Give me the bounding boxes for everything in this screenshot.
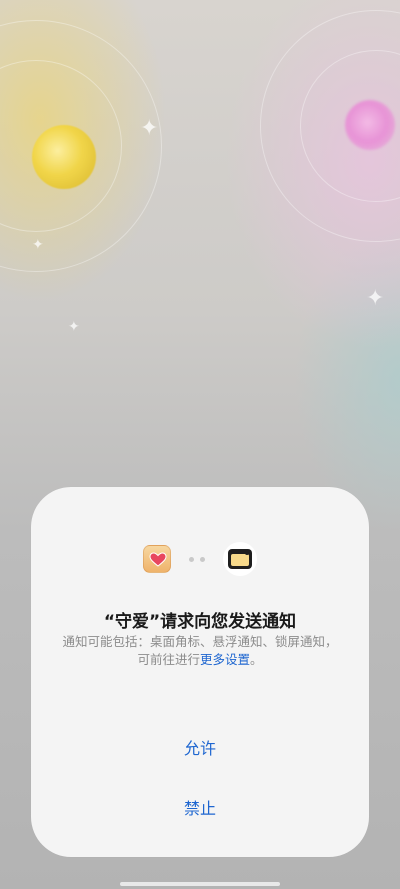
icons-row	[31, 542, 369, 576]
sparkle-icon: ✦	[32, 237, 44, 253]
notification-icon	[223, 542, 257, 576]
decor-ball	[32, 125, 96, 189]
decor-heart	[345, 100, 395, 150]
sparkle-icon: ✦	[68, 319, 80, 335]
allow-button[interactable]: 允许	[31, 735, 369, 759]
heart-icon	[149, 552, 167, 567]
description-suffix: 。	[250, 652, 263, 667]
dialog-title: “守爱”请求向您发送通知	[103, 612, 297, 632]
permission-screen: ✦ ✦ ✦ ✦ “守爱”请求向您发送通知 通知可能包括：桌面角标、悬浮通知、锁屏	[0, 0, 400, 889]
notification-permission-dialog: “守爱”请求向您发送通知 通知可能包括：桌面角标、悬浮通知、锁屏通知，可前往进行…	[31, 487, 369, 857]
home-indicator[interactable]	[120, 882, 280, 886]
sparkle-icon: ✦	[366, 286, 385, 311]
connector-dots-icon	[189, 556, 205, 562]
more-settings-link[interactable]: 更多设置	[200, 652, 250, 667]
deny-button[interactable]: 禁止	[31, 795, 369, 819]
dialog-description: 通知可能包括：桌面角标、悬浮通知、锁屏通知，可前往进行更多设置。	[57, 633, 343, 669]
app-icon	[143, 545, 171, 573]
sparkle-icon: ✦	[140, 116, 159, 141]
